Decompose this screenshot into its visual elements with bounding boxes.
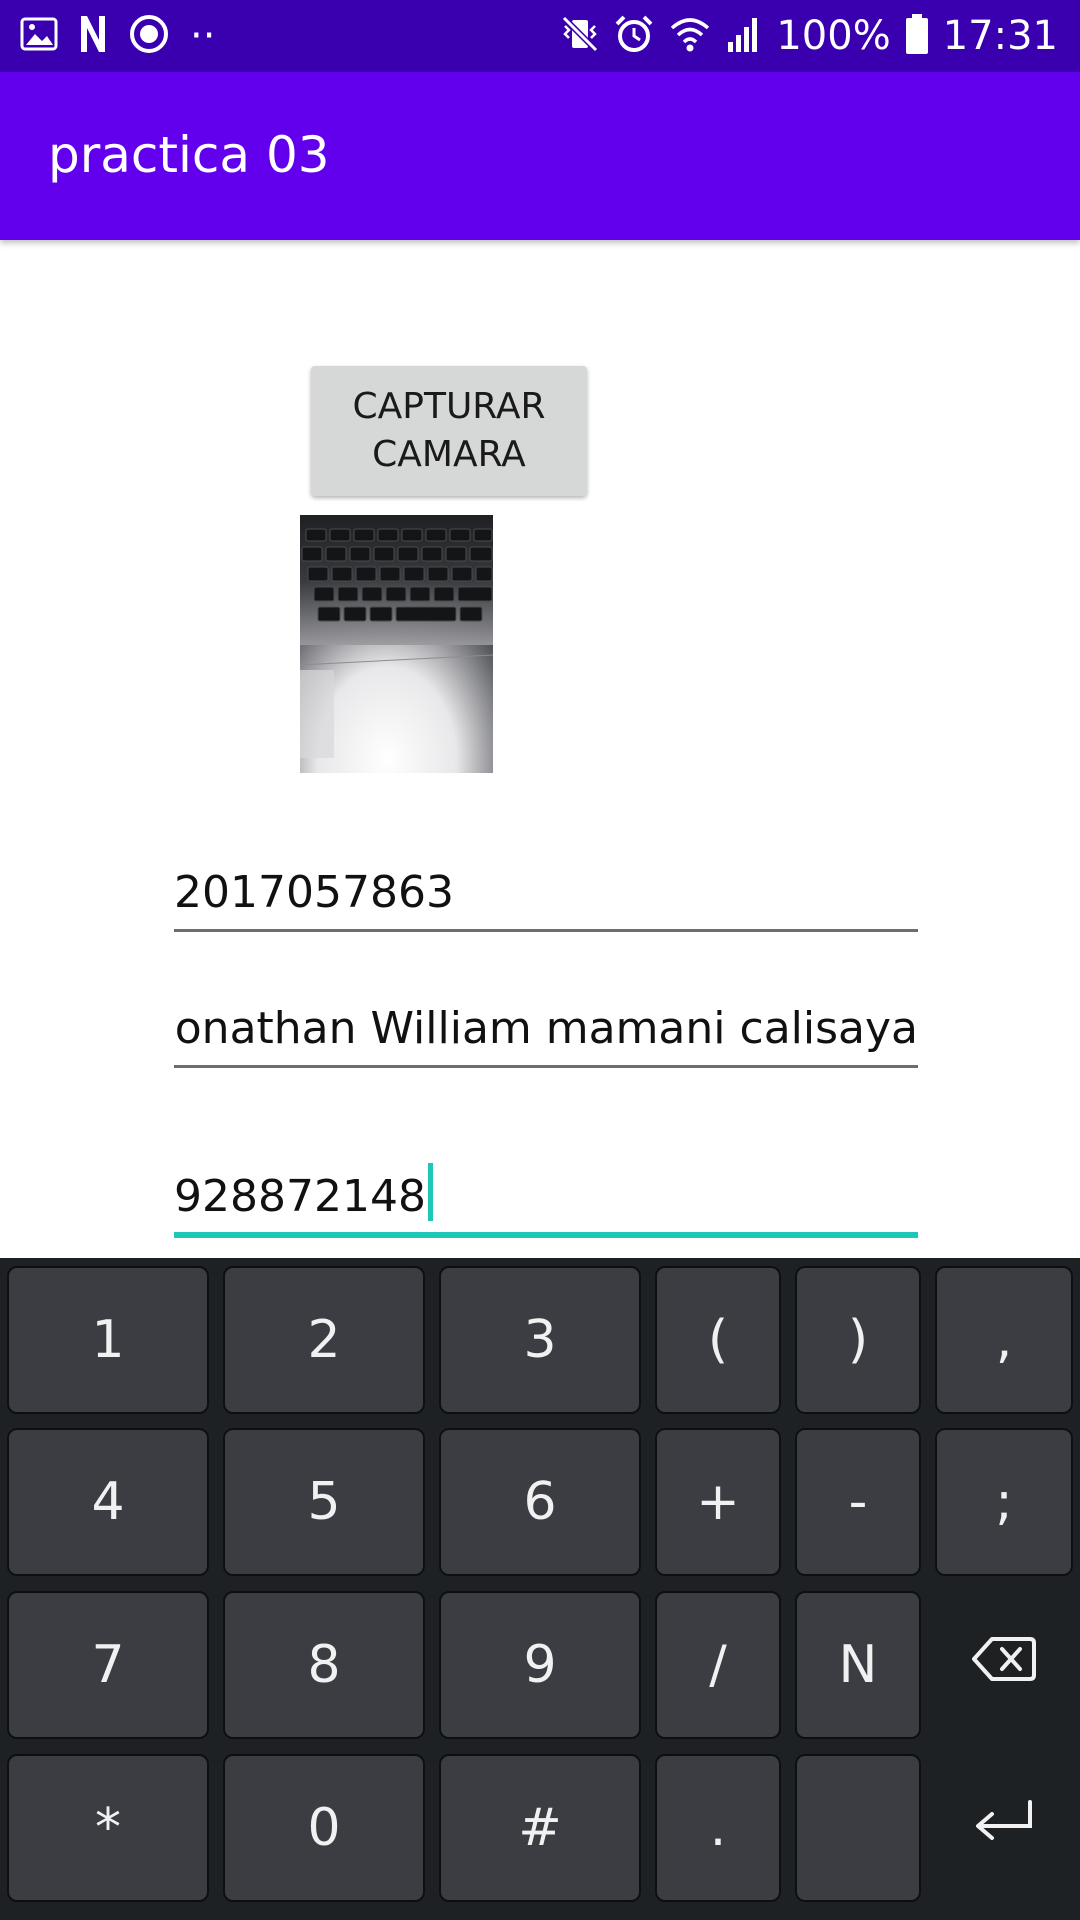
vibrate-mute-icon [560, 14, 600, 58]
code-value: 2017057863 [174, 867, 454, 918]
key-close-paren[interactable]: ) [795, 1266, 921, 1414]
key-n[interactable]: N [795, 1591, 921, 1739]
more-notifications-icon: ·· [190, 13, 216, 59]
key-blank[interactable] [795, 1754, 921, 1902]
key-slash[interactable]: / [655, 1591, 781, 1739]
key-2[interactable]: 2 [223, 1266, 425, 1414]
image-icon [20, 16, 58, 56]
app-bar: practica 03 [0, 72, 1080, 240]
key-1[interactable]: 1 [7, 1266, 209, 1414]
phone-value: 928872148 [174, 1171, 426, 1222]
code-field-underline [174, 929, 918, 932]
key-hash[interactable]: # [439, 1754, 641, 1902]
key-asterisk[interactable]: * [7, 1754, 209, 1902]
app-title: practica 03 [48, 126, 330, 184]
name-value: yonathan William mamani calisaya [174, 1003, 918, 1054]
signal-icon [726, 14, 762, 58]
key-semicolon[interactable]: ; [935, 1428, 1073, 1576]
record-icon [128, 13, 170, 59]
name-field-underline [174, 1065, 918, 1068]
key-4[interactable]: 4 [7, 1428, 209, 1576]
key-5[interactable]: 5 [223, 1428, 425, 1576]
backspace-icon [972, 1635, 1036, 1696]
enter-key[interactable] [935, 1754, 1073, 1902]
status-left-icons: ·· [20, 13, 216, 59]
phone-field[interactable]: 928872148 [174, 1163, 918, 1238]
text-cursor [427, 1163, 433, 1221]
key-open-paren[interactable]: ( [655, 1266, 781, 1414]
captured-photo [299, 515, 494, 773]
key-minus[interactable]: - [795, 1428, 921, 1576]
capture-camera-label: CAPTURAR CAMARA [352, 386, 546, 475]
key-0[interactable]: 0 [223, 1754, 425, 1902]
wifi-icon [668, 14, 712, 58]
key-comma[interactable]: , [935, 1266, 1073, 1414]
name-field[interactable]: yonathan William mamani calisaya [174, 998, 918, 1068]
battery-icon [905, 13, 929, 59]
n-notification-icon [78, 14, 108, 58]
status-bar: ·· 100% 17:31 [0, 0, 1080, 72]
capture-camera-button[interactable]: CAPTURAR CAMARA [311, 366, 587, 496]
key-7[interactable]: 7 [7, 1591, 209, 1739]
key-plus[interactable]: + [655, 1428, 781, 1576]
status-time: 17:31 [942, 13, 1058, 59]
phone-field-underline [174, 1232, 918, 1238]
enter-icon [972, 1798, 1036, 1859]
battery-percent: 100% [776, 13, 891, 59]
phone-value-wrap: 928872148 [174, 1163, 433, 1222]
key-9[interactable]: 9 [439, 1591, 641, 1739]
key-period[interactable]: . [655, 1754, 781, 1902]
code-field[interactable]: 2017057863 [174, 862, 918, 932]
numeric-keyboard: 1 2 3 ( ) , 4 5 6 + - ; 7 8 9 / N * 0 # … [0, 1258, 1080, 1920]
key-6[interactable]: 6 [439, 1428, 641, 1576]
alarm-icon [614, 14, 654, 58]
backspace-key[interactable] [935, 1591, 1073, 1739]
key-8[interactable]: 8 [223, 1591, 425, 1739]
status-right-icons: 100% 17:31 [560, 12, 1058, 60]
key-3[interactable]: 3 [439, 1266, 641, 1414]
